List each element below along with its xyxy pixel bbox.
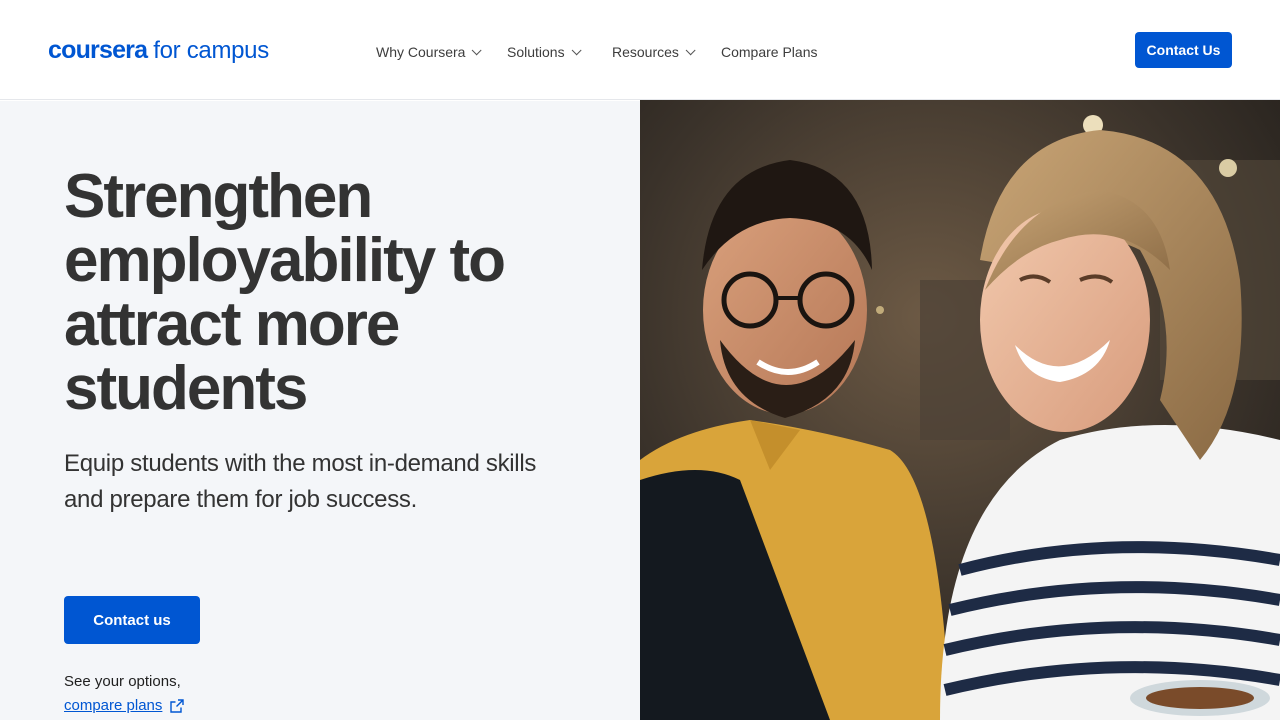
nav-resources[interactable]: Resources: [612, 40, 696, 64]
hero-text-panel: Strengthen employability to attract more…: [0, 101, 640, 720]
options-text: See your options,: [64, 673, 181, 690]
hero-photo: [640, 100, 1280, 720]
chevron-down-icon: [571, 44, 582, 55]
coursera-for-campus-logo[interactable]: coursera for campus: [48, 36, 269, 64]
headline-line-2: employability to: [64, 226, 506, 295]
external-link-icon: [170, 699, 185, 713]
nav-why-coursera[interactable]: Why Coursera: [376, 40, 483, 64]
headline-line-1: Strengthen: [64, 162, 373, 231]
see-options: See your options, compare plans: [64, 670, 185, 718]
hero-subtitle: Equip students with the most in-demand s…: [64, 446, 536, 518]
headline-line-3: attract more: [64, 290, 400, 359]
chevron-down-icon: [685, 44, 696, 55]
nav-why-coursera-label: Why Coursera: [376, 44, 466, 60]
chevron-down-icon: [472, 44, 483, 55]
nav-compare-plans-label: Compare Plans: [721, 44, 818, 60]
contact-us-cta-button[interactable]: Contact us: [64, 596, 200, 644]
students-photo-illustration: [640, 100, 1280, 720]
compare-plans-label: compare plans: [64, 697, 163, 714]
subtitle-line-1: Equip students with the most in-demand s…: [64, 450, 537, 477]
contact-us-header-button[interactable]: Contact Us: [1135, 32, 1232, 68]
site-header: coursera for campus Why Coursera Solutio…: [0, 0, 1280, 100]
headline-line-4: students: [64, 354, 308, 423]
nav-compare-plans[interactable]: Compare Plans: [721, 40, 818, 64]
compare-plans-link[interactable]: compare plans: [64, 694, 185, 718]
subtitle-line-2: and prepare them for job success.: [64, 486, 417, 513]
nav-solutions-label: Solutions: [507, 44, 565, 60]
logo-main-text: coursera: [48, 36, 148, 64]
hero-headline: Strengthen employability to attract more…: [64, 162, 506, 423]
nav-solutions[interactable]: Solutions: [507, 40, 582, 64]
contact-us-header-label: Contact Us: [1146, 42, 1221, 58]
contact-us-cta-label: Contact us: [93, 611, 171, 629]
nav-resources-label: Resources: [612, 44, 679, 60]
logo-sub-text: for campus: [153, 37, 269, 64]
